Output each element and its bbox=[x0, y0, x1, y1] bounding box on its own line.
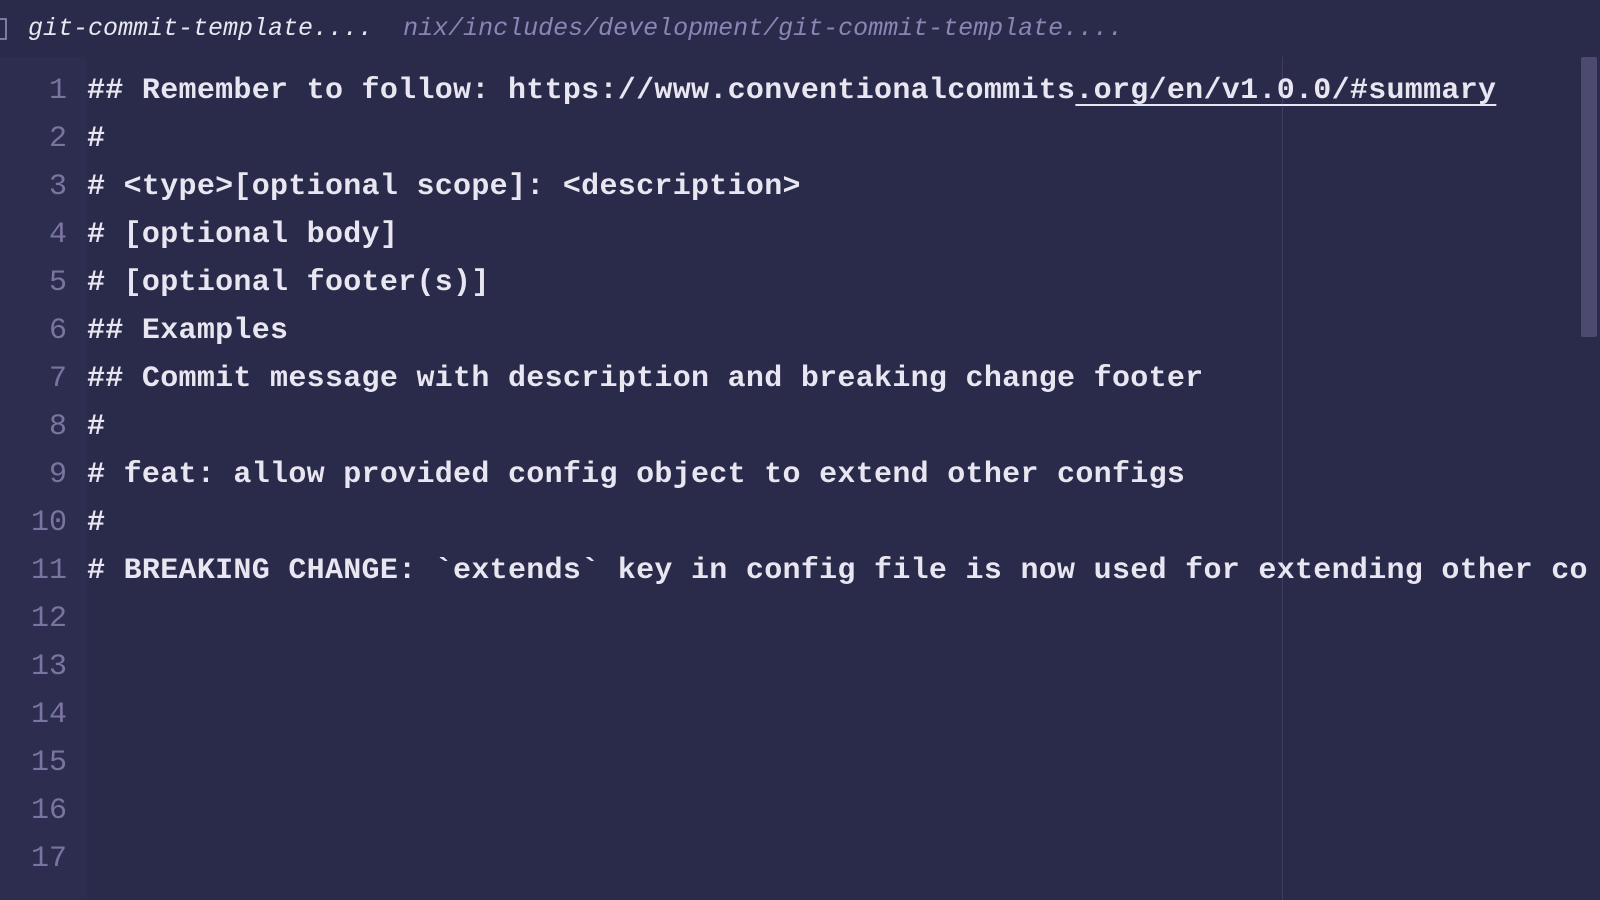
url-link[interactable]: .org/en/v1.0.0/#summary bbox=[1075, 74, 1496, 108]
code-line[interactable]: ## Commit message with description and b… bbox=[87, 355, 1600, 403]
line-number: 7 bbox=[0, 355, 87, 403]
line-number: 6 bbox=[0, 307, 87, 355]
line-number: 15 bbox=[0, 739, 87, 787]
scrollbar-track[interactable] bbox=[1578, 57, 1600, 900]
tab-title[interactable]: git-commit-template.... bbox=[28, 14, 373, 43]
line-number: 13 bbox=[0, 643, 87, 691]
code-text: ## Remember to follow: https://www.conve… bbox=[87, 74, 1075, 108]
code-line[interactable]: # [optional footer(s)] bbox=[87, 259, 1600, 307]
code-line[interactable]: # BREAKING CHANGE: `extends` key in conf… bbox=[87, 547, 1600, 595]
line-number: 3 bbox=[0, 163, 87, 211]
tab-bar: git-commit-template.... nix/includes/dev… bbox=[0, 0, 1600, 57]
code-line[interactable]: # bbox=[87, 115, 1600, 163]
line-number: 2 bbox=[0, 115, 87, 163]
ruler-guide bbox=[1282, 57, 1283, 900]
code-line[interactable]: ## Examples bbox=[87, 307, 1600, 355]
code-line[interactable]: ## Remember to follow: https://www.conve… bbox=[87, 67, 1600, 115]
line-number: 1 bbox=[0, 67, 87, 115]
line-number: 8 bbox=[0, 403, 87, 451]
document-icon bbox=[0, 14, 8, 44]
line-number: 4 bbox=[0, 211, 87, 259]
code-line[interactable]: # feat: allow provided config object to … bbox=[87, 451, 1600, 499]
scrollbar-thumb[interactable] bbox=[1581, 57, 1597, 337]
code-line[interactable]: # <type>[optional scope]: <description> bbox=[87, 163, 1600, 211]
code-area[interactable]: ## Remember to follow: https://www.conve… bbox=[87, 57, 1600, 900]
line-number: 10 bbox=[0, 499, 87, 547]
tab-path[interactable]: nix/includes/development/git-commit-temp… bbox=[403, 14, 1123, 43]
editor: 1 2 3 4 5 6 7 8 9 10 11 12 13 14 15 16 1… bbox=[0, 57, 1600, 900]
line-number: 12 bbox=[0, 595, 87, 643]
line-number: 16 bbox=[0, 787, 87, 835]
code-line[interactable]: # [optional body] bbox=[87, 211, 1600, 259]
code-line[interactable]: # bbox=[87, 403, 1600, 451]
line-number-gutter: 1 2 3 4 5 6 7 8 9 10 11 12 13 14 15 16 1… bbox=[0, 57, 87, 900]
line-number: 9 bbox=[0, 451, 87, 499]
line-number: 11 bbox=[0, 547, 87, 595]
line-number: 5 bbox=[0, 259, 87, 307]
line-number: 17 bbox=[0, 835, 87, 883]
code-line[interactable]: # bbox=[87, 499, 1600, 547]
line-number: 14 bbox=[0, 691, 87, 739]
